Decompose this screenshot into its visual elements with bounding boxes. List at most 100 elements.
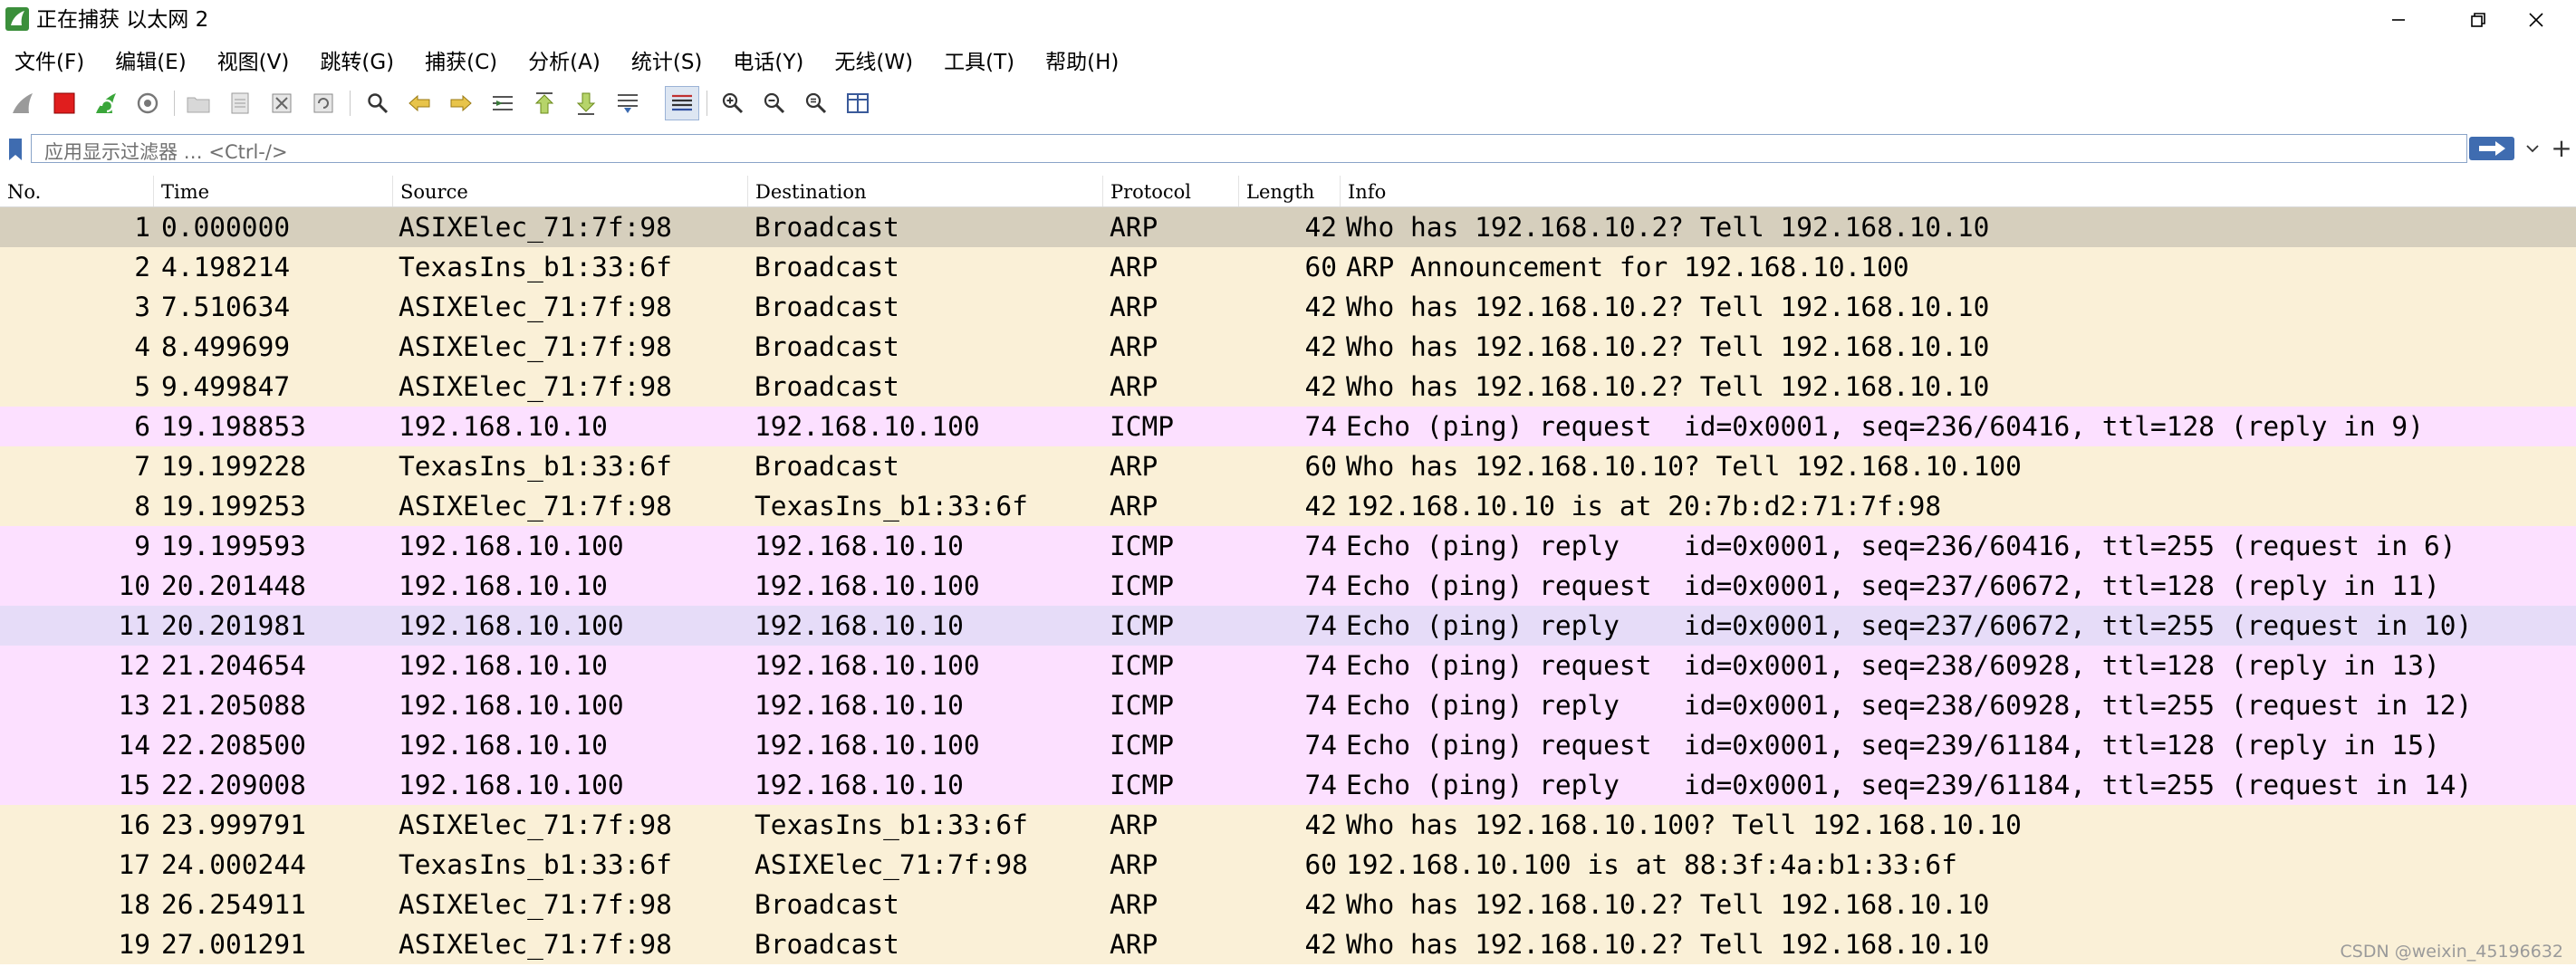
cell-protocol: ARP (1110, 849, 1158, 880)
wireshark-fin-icon (4, 5, 31, 33)
menu-edit[interactable]: 编辑(E) (115, 44, 186, 75)
cell-time: 20.201448 (161, 570, 306, 601)
resize-columns-icon (847, 93, 869, 113)
toolbar-separator (174, 91, 175, 116)
go-to-packet-button[interactable] (485, 86, 520, 120)
menu-file[interactable]: 文件(F) (14, 44, 84, 75)
menu-analyze[interactable]: 分析(A) (528, 44, 601, 75)
display-filter-input[interactable]: 应用显示过滤器 … <Ctrl-/> (31, 134, 2467, 163)
last-packet-button[interactable] (569, 86, 603, 120)
start-capture-button[interactable] (5, 86, 40, 120)
packet-row[interactable]: 6 19.198853 192.168.10.10 192.168.10.100 ICM… (0, 407, 2576, 446)
cell-source: TexasIns_b1:33:6f (399, 451, 672, 482)
cell-source: ASIXElec_71:7f:98 (399, 929, 672, 960)
packet-row[interactable]: 2 4.198214 TexasIns_b1:33:6f Broadcast ARP 60… (0, 247, 2576, 287)
packet-row[interactable]: 7 19.199228 TexasIns_b1:33:6f Broadcast ARP 6… (0, 446, 2576, 486)
reload-file-button[interactable] (306, 86, 341, 120)
close-button[interactable] (2496, 0, 2576, 40)
go-forward-button[interactable] (444, 86, 478, 120)
column-header-destination[interactable]: Destination (748, 176, 1103, 206)
packet-row[interactable]: 18 26.254911 ASIXElec_71:7f:98 Broadcast ARP… (0, 885, 2576, 924)
cell-time: 7.510634 (161, 292, 291, 322)
watermark: CSDN @weixin_45196632 (2340, 942, 2564, 962)
menu-statistics[interactable]: 统计(S) (631, 44, 703, 75)
cell-source: 192.168.10.10 (399, 650, 608, 681)
filter-bookmark-button[interactable] (4, 136, 27, 163)
normal-size-button[interactable] (799, 86, 833, 120)
restart-capture-button[interactable] (89, 86, 123, 120)
packet-row[interactable]: 8 19.199253 ASIXElec_71:7f:98 TexasIns_b1:3… (0, 486, 2576, 526)
resize-columns-button[interactable] (841, 86, 875, 120)
cell-destination: 192.168.10.100 (755, 411, 980, 442)
find-packet-button[interactable] (360, 86, 395, 120)
menu-telephony[interactable]: 电话(Y) (733, 44, 803, 75)
packet-row[interactable]: 14 22.208500 192.168.10.10 192.168.10.100 IC… (0, 725, 2576, 765)
minimize-button[interactable] (2359, 0, 2438, 40)
apply-filter-button[interactable] (2469, 137, 2514, 160)
filter-history-dropdown[interactable] (2520, 137, 2545, 160)
add-filter-button[interactable]: + (2549, 135, 2574, 162)
stop-capture-icon (53, 92, 75, 114)
menu-view[interactable]: 视图(V) (217, 44, 290, 75)
column-header-source[interactable]: Source (393, 176, 748, 206)
cell-info: Echo (ping) request id=0x0001, seq=237/6… (1346, 570, 2440, 601)
chevron-down-icon (2526, 145, 2539, 153)
open-file-button[interactable] (181, 86, 216, 120)
cell-destination: 192.168.10.10 (755, 531, 964, 561)
cell-time: 21.204654 (161, 650, 306, 681)
cell-source: 192.168.10.100 (399, 690, 624, 721)
menu-capture[interactable]: 捕获(C) (425, 44, 497, 75)
go-back-button[interactable] (402, 86, 437, 120)
packet-row[interactable]: 9 19.199593 192.168.10.100 192.168.10.10 ICM… (0, 526, 2576, 566)
cell-info: Echo (ping) request id=0x0001, seq=239/6… (1346, 730, 2440, 761)
zoom-in-button[interactable] (716, 86, 750, 120)
packet-row[interactable]: 5 9.499847 ASIXElec_71:7f:98 Broadcast ARP 42… (0, 367, 2576, 407)
auto-scroll-button[interactable] (610, 86, 645, 120)
packet-row[interactable]: 17 24.000244 TexasIns_b1:33:6f ASIXElec_71:… (0, 845, 2576, 885)
cell-protocol: ICMP (1110, 770, 1175, 800)
cell-protocol: ARP (1110, 292, 1158, 322)
close-file-button[interactable] (264, 86, 299, 120)
cell-destination: TexasIns_b1:33:6f (755, 491, 1028, 522)
packet-list: No. Time Source Destination Protocol Len… (0, 176, 2576, 967)
cell-no: 2 (134, 252, 150, 282)
capture-options-button[interactable] (130, 86, 165, 120)
cell-length: 74 (1304, 531, 1337, 561)
column-header-protocol[interactable]: Protocol (1103, 176, 1239, 206)
first-packet-button[interactable] (527, 86, 562, 120)
cell-no: 14 (118, 730, 150, 761)
column-header-no[interactable]: No. (0, 176, 154, 206)
packet-row[interactable]: 12 21.204654 192.168.10.10 192.168.10.100 IC… (0, 646, 2576, 685)
zoom-out-button[interactable] (757, 86, 792, 120)
first-packet-icon (534, 92, 554, 114)
cell-protocol: ICMP (1110, 411, 1175, 442)
cell-protocol: ARP (1110, 331, 1158, 362)
packet-row[interactable]: 4 8.499699 ASIXElec_71:7f:98 Broadcast ARP 42… (0, 327, 2576, 367)
menu-wireless[interactable]: 无线(W) (834, 44, 913, 75)
cell-info: Who has 192.168.10.2? Tell 192.168.10.10 (1346, 292, 1990, 322)
cell-length: 42 (1304, 331, 1337, 362)
column-header-time[interactable]: Time (154, 176, 393, 206)
cell-protocol: ARP (1110, 252, 1158, 282)
stop-capture-button[interactable] (47, 86, 82, 120)
packet-row[interactable]: 13 21.205088 192.168.10.100 192.168.10.10 IC… (0, 685, 2576, 725)
packet-row[interactable]: 11 20.201981 192.168.10.100 192.168.10.10 IC… (0, 606, 2576, 646)
menu-help[interactable]: 帮助(H) (1045, 44, 1119, 75)
colorize-button[interactable] (665, 86, 699, 120)
save-file-button[interactable] (223, 86, 257, 120)
column-header-info[interactable]: Info (1341, 176, 2576, 206)
menu-go[interactable]: 跳转(G) (320, 44, 394, 75)
cell-info: Who has 192.168.10.2? Tell 192.168.10.10 (1346, 331, 1990, 362)
cell-length: 74 (1304, 570, 1337, 601)
column-header-length[interactable]: Length (1239, 176, 1341, 206)
menu-tools[interactable]: 工具(T) (944, 44, 1014, 75)
packet-row[interactable]: 16 23.999791 ASIXElec_71:7f:98 TexasIns_b1:… (0, 805, 2576, 845)
packet-row[interactable]: 15 22.209008 192.168.10.100 192.168.10.10 IC… (0, 765, 2576, 805)
packet-row[interactable]: 10 20.201448 192.168.10.10 192.168.10.100 IC… (0, 566, 2576, 606)
packet-row[interactable]: 3 7.510634 ASIXElec_71:7f:98 Broadcast ARP 42… (0, 287, 2576, 327)
packet-row[interactable]: 19 27.001291 ASIXElec_71:7f:98 Broadcast ARP… (0, 924, 2576, 964)
packet-row[interactable]: 1 0.000000 ASIXElec_71:7f:98 Broadcast ARP 42… (0, 207, 2576, 247)
cell-time: 22.209008 (161, 770, 306, 800)
cell-destination: 192.168.10.10 (755, 770, 964, 800)
cell-source: 192.168.10.100 (399, 531, 624, 561)
